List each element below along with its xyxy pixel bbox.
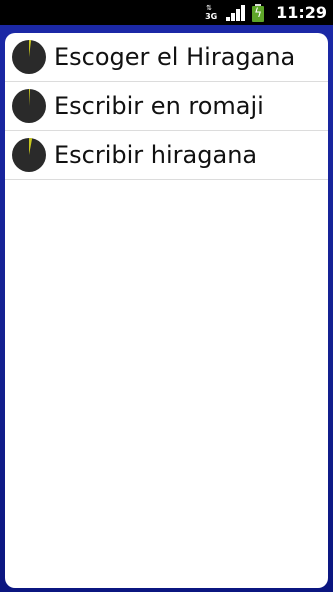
- menu-item-escoger-hiragana[interactable]: Escoger el Hiragana: [5, 33, 328, 82]
- menu-panel: Escoger el Hiragana Escribir en romaji E…: [5, 33, 328, 588]
- progress-pie-icon: [12, 40, 46, 74]
- status-icons: ⇅ 3G ϟ 11:29: [202, 0, 327, 25]
- progress-pie-icon: [12, 89, 46, 123]
- menu-item-label: Escribir en romaji: [54, 92, 264, 120]
- menu-item-label: Escribir hiragana: [54, 141, 258, 169]
- progress-pie-icon: [12, 138, 46, 172]
- network-type-icon: ⇅ 3G: [202, 2, 220, 24]
- status-bar: ⇅ 3G ϟ 11:29: [0, 0, 333, 25]
- menu-item-escribir-hiragana[interactable]: Escribir hiragana: [5, 131, 328, 180]
- status-clock: 11:29: [276, 3, 327, 22]
- battery-charging-icon: ϟ: [252, 3, 265, 22]
- network-activity-icon: ⇅: [206, 3, 212, 12]
- signal-bars-icon: [226, 4, 246, 21]
- menu-list: Escoger el Hiragana Escribir en romaji E…: [5, 33, 328, 180]
- menu-item-escribir-romaji[interactable]: Escribir en romaji: [5, 82, 328, 131]
- menu-item-label: Escoger el Hiragana: [54, 43, 296, 71]
- network-type-label: 3G: [205, 11, 218, 21]
